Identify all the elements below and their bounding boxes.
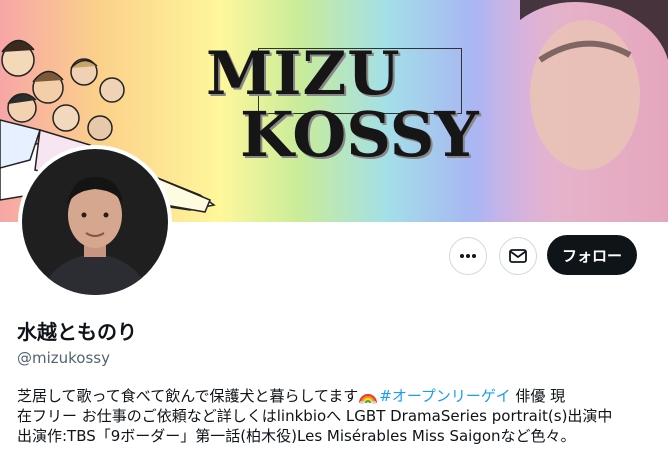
- bio-text: 俳優 現: [510, 387, 566, 405]
- banner-logo-line1: MIZU: [206, 39, 401, 109]
- bio-line-1: 芝居して歌って食べて飲んで保護犬と暮らしてます #オープンリーゲイ 俳優 現: [17, 386, 657, 406]
- avatar-photo: [22, 149, 168, 295]
- follow-button[interactable]: フォロー: [547, 235, 637, 275]
- user-handle: @mizukossy: [17, 349, 110, 367]
- message-button[interactable]: [499, 237, 537, 275]
- rainbow-emoji-icon: [359, 394, 378, 404]
- more-horizontal-icon: [460, 254, 476, 258]
- profile-bio: 芝居して歌って食べて飲んで保護犬と暮らしてます #オープンリーゲイ 俳優 現 在…: [17, 386, 657, 446]
- hashtag-link[interactable]: #オープンリーゲイ: [379, 387, 510, 405]
- envelope-icon: [509, 249, 527, 263]
- avatar[interactable]: [18, 145, 172, 299]
- more-button[interactable]: [449, 237, 487, 275]
- bio-text: 芝居して歌って食べて飲んで保護犬と暮らしてます: [17, 387, 359, 405]
- banner-logo-line2: KOSSY: [240, 98, 479, 171]
- bio-line-3: 出演作:TBS「9ボーダー」第一話(柏木役)Les Misérables Mis…: [17, 427, 576, 445]
- display-name: 水越とものり: [17, 320, 137, 344]
- bio-line-2: 在フリー お仕事のご依頼など詳しくはlinkbioへ LGBT DramaSer…: [17, 407, 613, 425]
